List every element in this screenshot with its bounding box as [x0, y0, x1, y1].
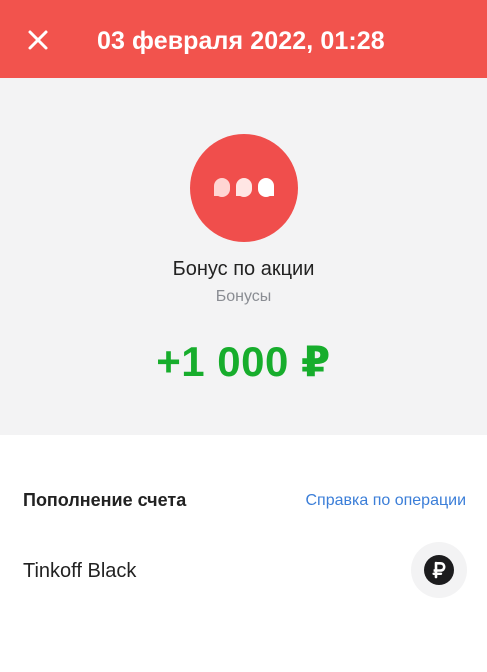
operation-help-link[interactable]: Справка по операции [305, 490, 466, 512]
operation-category-avatar [190, 134, 298, 242]
header-bar: 03 февраля 2022, 01:28 [0, 0, 487, 78]
operation-summary: Бонус по акции Бонусы +1 000 ₽ [0, 78, 487, 435]
ruble-icon [424, 555, 454, 585]
section-title: Пополнение счета [23, 490, 187, 510]
operation-amount: +1 000 ₽ [156, 338, 331, 385]
operation-category: Бонусы [215, 288, 272, 305]
operation-title: Бонус по акции [172, 258, 315, 280]
account-name: Tinkoff Black [23, 560, 137, 582]
chat-bubbles-icon [214, 178, 274, 197]
account-button[interactable] [411, 542, 467, 598]
page-title: 03 февраля 2022, 01:28 [97, 27, 385, 55]
close-button[interactable] [22, 24, 54, 56]
close-icon [28, 30, 48, 50]
